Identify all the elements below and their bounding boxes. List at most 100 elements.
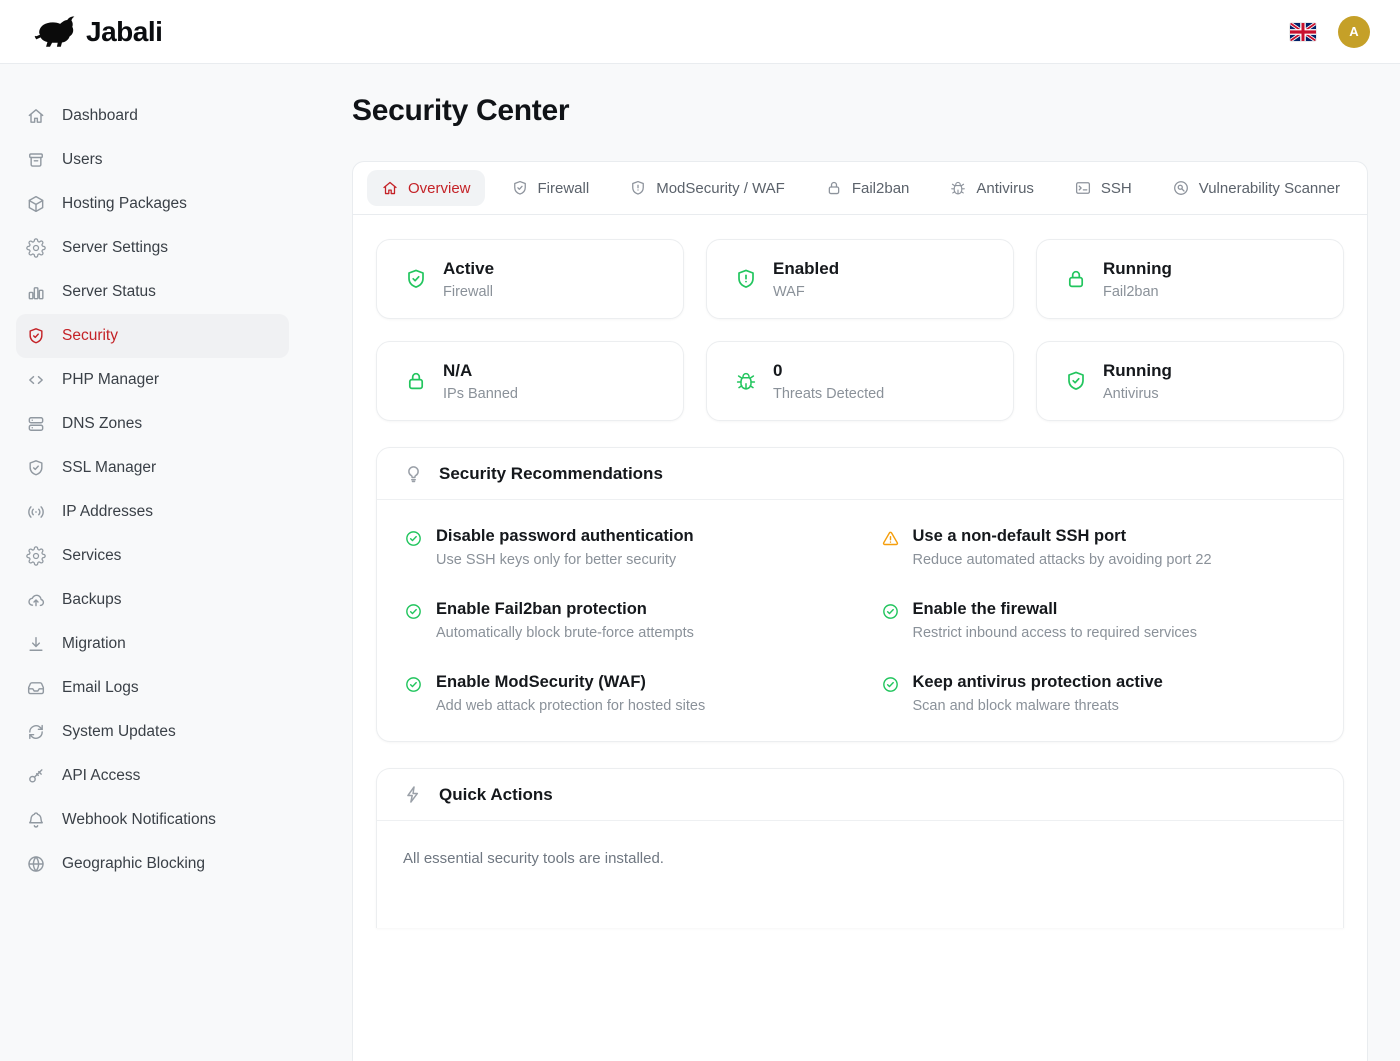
globe-icon bbox=[26, 854, 46, 874]
recommendation-title: Enable Fail2ban protection bbox=[436, 600, 694, 619]
tab-label: Vulnerability Scanner bbox=[1199, 180, 1340, 197]
sidebar-item-label: Webhook Notifications bbox=[62, 811, 216, 829]
brand-name: Jabali bbox=[86, 16, 162, 48]
recommendation-item: Enable the firewallRestrict inbound acce… bbox=[881, 600, 1318, 641]
check-circle-icon bbox=[881, 675, 900, 694]
home-icon bbox=[381, 179, 399, 197]
quick-actions-message: All essential security tools are install… bbox=[377, 821, 1343, 896]
bug-icon bbox=[734, 369, 758, 393]
sidebar-item-hosting-packages[interactable]: Hosting Packages bbox=[16, 182, 289, 226]
sidebar-item-label: Server Settings bbox=[62, 239, 168, 257]
security-panel: Overview Firewall ModSecurity / WAF Fail2ba… bbox=[352, 161, 1368, 1061]
page-title: Security Center bbox=[352, 94, 1368, 128]
sidebar-item-server-settings[interactable]: Server Settings bbox=[16, 226, 289, 270]
recommendation-subtitle: Reduce automated attacks by avoiding por… bbox=[913, 552, 1212, 568]
code-icon bbox=[26, 370, 46, 390]
status-label: IPs Banned bbox=[443, 386, 518, 402]
shield-check-icon bbox=[26, 458, 46, 478]
sidebar-item-label: Migration bbox=[62, 635, 126, 653]
sidebar-item-label: Security bbox=[62, 327, 118, 345]
tab-label: Firewall bbox=[538, 180, 590, 197]
tab-fail2ban[interactable]: Fail2ban bbox=[811, 170, 924, 206]
brand-logo[interactable]: Jabali bbox=[30, 15, 162, 49]
recommendation-subtitle: Use SSH keys only for better security bbox=[436, 552, 694, 568]
sidebar-item-system-updates[interactable]: System Updates bbox=[16, 710, 289, 754]
sidebar-item-security[interactable]: Security bbox=[16, 314, 289, 358]
sidebar-item-ssl-manager[interactable]: SSL Manager bbox=[16, 446, 289, 490]
sidebar-item-label: Server Status bbox=[62, 283, 156, 301]
server-icon bbox=[26, 414, 46, 434]
recommendation-title: Keep antivirus protection active bbox=[913, 673, 1163, 692]
sidebar-item-services[interactable]: Services bbox=[16, 534, 289, 578]
tab-label: Overview bbox=[408, 180, 471, 197]
lock-icon bbox=[404, 369, 428, 393]
status-card-grid: ActiveFirewallEnabledWAFRunningFail2banN… bbox=[376, 239, 1344, 421]
tab-ssh[interactable]: SSH bbox=[1060, 170, 1146, 206]
gear-icon bbox=[26, 238, 46, 258]
archive-icon bbox=[26, 150, 46, 170]
shield-check-icon bbox=[511, 179, 529, 197]
tab-firewall[interactable]: Firewall bbox=[497, 170, 604, 206]
sidebar-item-label: Users bbox=[62, 151, 102, 169]
cloud-upload-icon bbox=[26, 590, 46, 610]
tab-label: Antivirus bbox=[976, 180, 1034, 197]
bell-icon bbox=[26, 810, 46, 830]
sidebar-item-dns-zones[interactable]: DNS Zones bbox=[16, 402, 289, 446]
status-card-firewall: ActiveFirewall bbox=[376, 239, 684, 319]
quick-actions-title: Quick Actions bbox=[439, 785, 553, 805]
status-value: Enabled bbox=[773, 259, 839, 279]
tab-label: ModSecurity / WAF bbox=[656, 180, 785, 197]
sidebar-item-ip-addresses[interactable]: IP Addresses bbox=[16, 490, 289, 534]
sidebar-item-label: DNS Zones bbox=[62, 415, 142, 433]
sidebar-item-users[interactable]: Users bbox=[16, 138, 289, 182]
chart-bar-icon bbox=[26, 282, 46, 302]
language-flag-icon[interactable] bbox=[1290, 23, 1316, 41]
recommendation-item: Enable ModSecurity (WAF)Add web attack p… bbox=[404, 673, 841, 714]
tab-overview[interactable]: Overview bbox=[367, 170, 485, 206]
package-icon bbox=[26, 194, 46, 214]
sidebar-item-php-manager[interactable]: PHP Manager bbox=[16, 358, 289, 402]
gear-icon bbox=[26, 546, 46, 566]
status-value: N/A bbox=[443, 361, 518, 381]
main-content: Security Center Overview Firewall ModSecur… bbox=[305, 64, 1400, 900]
inbox-icon bbox=[26, 678, 46, 698]
shield-alert-icon bbox=[629, 179, 647, 197]
status-value: Active bbox=[443, 259, 494, 279]
bug-icon bbox=[949, 179, 967, 197]
sidebar-item-migration[interactable]: Migration bbox=[16, 622, 289, 666]
tab-antivirus[interactable]: Antivirus bbox=[935, 170, 1048, 206]
refresh-icon bbox=[26, 722, 46, 742]
sidebar-item-email-logs[interactable]: Email Logs bbox=[16, 666, 289, 710]
status-card-ips-banned: N/A IPs Banned bbox=[376, 341, 684, 421]
sidebar-item-label: Dashboard bbox=[62, 107, 138, 125]
status-card-threats-detected: 0Threats Detected bbox=[706, 341, 1014, 421]
shield-check-icon bbox=[26, 326, 46, 346]
bolt-icon bbox=[403, 784, 424, 805]
recommendations-card: Security Recommendations Disable passwor… bbox=[376, 447, 1344, 742]
user-avatar[interactable]: A bbox=[1338, 16, 1370, 48]
check-circle-icon bbox=[404, 529, 423, 548]
sidebar-item-api-access[interactable]: API Access bbox=[16, 754, 289, 798]
check-circle-icon bbox=[404, 675, 423, 694]
sidebar-item-geographic-blocking[interactable]: Geographic Blocking bbox=[16, 842, 289, 886]
boar-logo-icon bbox=[30, 15, 76, 49]
sidebar-item-backups[interactable]: Backups bbox=[16, 578, 289, 622]
shield-alert-icon bbox=[734, 267, 758, 291]
sidebar-item-label: PHP Manager bbox=[62, 371, 159, 389]
home-icon bbox=[26, 106, 46, 126]
sidebar-item-server-status[interactable]: Server Status bbox=[16, 270, 289, 314]
sidebar-item-webhook-notifications[interactable]: Webhook Notifications bbox=[16, 798, 289, 842]
sidebar-item-label: Backups bbox=[62, 591, 121, 609]
recommendation-item: Use a non-default SSH portReduce automat… bbox=[881, 527, 1318, 568]
recommendation-title: Disable password authentication bbox=[436, 527, 694, 546]
tab-vulnerability-scanner[interactable]: Vulnerability Scanner bbox=[1158, 170, 1354, 206]
sidebar-item-dashboard[interactable]: Dashboard bbox=[16, 94, 289, 138]
check-circle-icon bbox=[881, 602, 900, 621]
security-tabs: Overview Firewall ModSecurity / WAF Fail2ba… bbox=[353, 162, 1367, 215]
status-card-fail2ban: RunningFail2ban bbox=[1036, 239, 1344, 319]
recommendation-item: Enable Fail2ban protectionAutomatically … bbox=[404, 600, 841, 641]
sidebar-item-label: Geographic Blocking bbox=[62, 855, 205, 873]
terminal-icon bbox=[1074, 179, 1092, 197]
tab-modsecurity-waf[interactable]: ModSecurity / WAF bbox=[615, 170, 799, 206]
tab-label: SSH bbox=[1101, 180, 1132, 197]
